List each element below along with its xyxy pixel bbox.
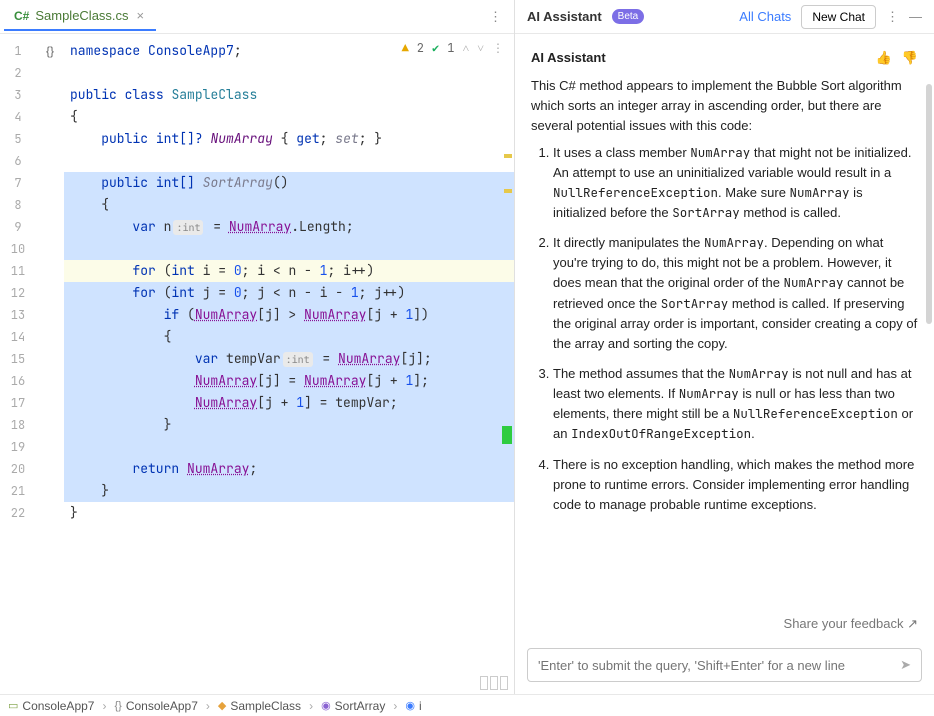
- code-line: namespace ConsoleApp7;: [64, 40, 514, 62]
- assistant-menu-icon[interactable]: ⋮: [886, 9, 899, 25]
- code-line: [64, 436, 514, 458]
- type-hint-inlay: :int: [173, 220, 203, 235]
- list-item: It uses a class member NumArray that mig…: [553, 143, 918, 224]
- code-line: [64, 238, 514, 260]
- line-number-gutter: 1 2 3 4 5 6 7 8 9 10 11 12 13 14 15 16 1…: [0, 34, 36, 694]
- code-line: if (NumArray[j] > NumArray[j + 1]): [64, 304, 514, 326]
- code-line: var n:int = NumArray.Length;: [64, 216, 514, 238]
- code-line: }: [64, 480, 514, 502]
- assistant-issue-list: It uses a class member NumArray that mig…: [531, 143, 918, 515]
- code-line: public class SampleClass: [64, 84, 514, 106]
- code-line: var tempVar:int = NumArray[j];: [64, 348, 514, 370]
- code-line: return NumArray;: [64, 458, 514, 480]
- code-line: NumArray[j + 1] = tempVar;: [64, 392, 514, 414]
- tab-menu-icon[interactable]: ⋮: [481, 9, 510, 25]
- code-line: for (int j = 0; j < n - i - 1; j++): [64, 282, 514, 304]
- code-line: for (int i = 0; i < n - 1; i++): [64, 260, 514, 282]
- breadcrumb-namespace[interactable]: {} ConsoleApp7: [110, 699, 201, 713]
- new-chat-button[interactable]: New Chat: [801, 5, 876, 29]
- editor-pane: C# SampleClass.cs × ⋮ 1 2 3 4 5 6 7 8 9 …: [0, 0, 515, 694]
- tab-sampleclass[interactable]: C# SampleClass.cs ×: [4, 2, 156, 31]
- editor-tab-bar: C# SampleClass.cs × ⋮: [0, 0, 514, 34]
- code-line: [64, 150, 514, 172]
- assistant-body[interactable]: AI Assistant 👍 👎 This C# method appears …: [515, 34, 934, 610]
- variable-icon: ◉: [405, 699, 415, 712]
- code-line: NumArray[j] = NumArray[j + 1];: [64, 370, 514, 392]
- editor-body[interactable]: 1 2 3 4 5 6 7 8 9 10 11 12 13 14 15 16 1…: [0, 34, 514, 694]
- assistant-intro-text: This C# method appears to implement the …: [531, 76, 918, 136]
- code-line: [64, 62, 514, 84]
- thumbs-up-icon[interactable]: 👍: [876, 48, 892, 68]
- minimize-icon[interactable]: —: [909, 9, 922, 24]
- assistant-pane: AI Assistant Beta All Chats New Chat ⋮ —…: [515, 0, 934, 694]
- thumbs-down-icon[interactable]: 👎: [902, 48, 918, 68]
- scrollbar-thumb[interactable]: [926, 84, 932, 324]
- list-item: There is no exception handling, which ma…: [553, 455, 918, 515]
- breadcrumb-method[interactable]: ◉ SortArray: [317, 699, 389, 713]
- class-icon: ◆: [218, 699, 226, 712]
- close-icon[interactable]: ×: [135, 8, 147, 23]
- csproj-icon: ▭: [8, 699, 18, 712]
- code-line: {: [64, 326, 514, 348]
- method-icon: ◉: [321, 699, 331, 712]
- code-line: {: [64, 194, 514, 216]
- code-line: {: [64, 106, 514, 128]
- type-hint-inlay: :int: [283, 352, 313, 367]
- code-area[interactable]: ▲2 ✔1 ˄ ˅ ⋮ namespace ConsoleApp7; publi…: [64, 34, 514, 694]
- code-line: }: [64, 414, 514, 436]
- breadcrumb: ▭ ConsoleApp7 › {} ConsoleApp7 › ◆ Sampl…: [0, 694, 934, 716]
- breadcrumb-class[interactable]: ◆ SampleClass: [214, 699, 305, 713]
- feedback-link[interactable]: Share your feedback ↗: [515, 610, 934, 642]
- breadcrumb-project[interactable]: ▭ ConsoleApp7: [4, 699, 98, 713]
- tab-filename: SampleClass.cs: [35, 8, 128, 23]
- list-item: It directly manipulates the NumArray. De…: [553, 233, 918, 354]
- assistant-message-title: AI Assistant: [531, 48, 606, 68]
- code-line: }: [64, 502, 514, 524]
- scrollbar-markers[interactable]: [502, 34, 514, 694]
- assistant-input[interactable]: [538, 658, 892, 673]
- code-line: public int[]? NumArray { get; set; }: [64, 128, 514, 150]
- overview-thumbnails[interactable]: [480, 676, 508, 690]
- namespace-icon: {}: [114, 700, 121, 712]
- list-item: The method assumes that the NumArray is …: [553, 364, 918, 445]
- breadcrumb-variable[interactable]: ◉ i: [401, 699, 425, 713]
- assistant-input-row: ➤: [515, 642, 934, 694]
- send-icon[interactable]: ➤: [900, 657, 911, 673]
- beta-badge: Beta: [612, 9, 645, 24]
- gutter-fold-icons: {}: [36, 34, 64, 694]
- assistant-header-title: AI Assistant: [527, 9, 602, 24]
- assistant-header: AI Assistant Beta All Chats New Chat ⋮ —: [515, 0, 934, 34]
- all-chats-link[interactable]: All Chats: [739, 9, 791, 24]
- code-line: public int[] SortArray(): [64, 172, 514, 194]
- code-structure-icon[interactable]: {}: [46, 44, 54, 58]
- assistant-input-box[interactable]: ➤: [527, 648, 922, 682]
- csharp-file-icon: C#: [14, 9, 29, 23]
